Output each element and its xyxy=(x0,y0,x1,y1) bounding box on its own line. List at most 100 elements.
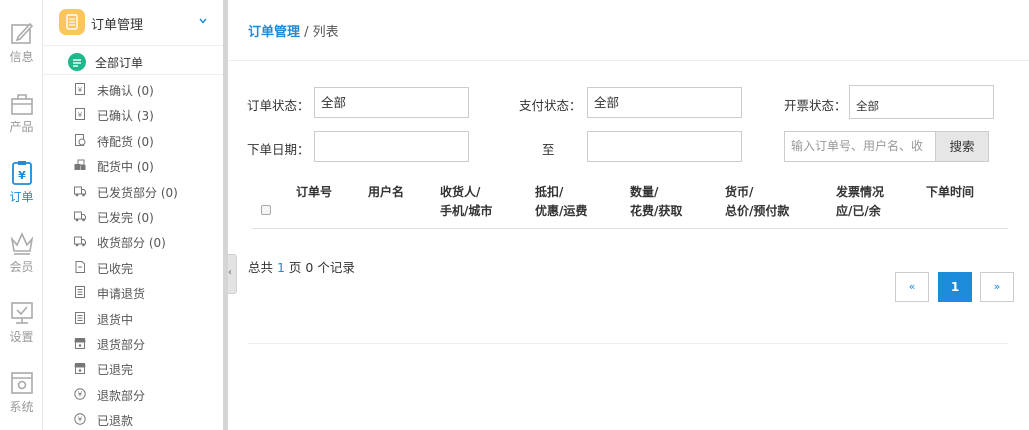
col-deduction: 抵扣/优惠/运费 xyxy=(535,183,587,221)
boxes-icon xyxy=(74,159,86,171)
date-to-label: 至 xyxy=(542,142,555,157)
submenu-item[interactable]: 已退完 xyxy=(43,357,223,381)
pagination-prev[interactable]: « xyxy=(895,272,929,302)
chevron-down-icon[interactable] xyxy=(198,16,208,26)
col-invoice: 发票情况 应/已/余 xyxy=(836,183,884,221)
list-doc-icon xyxy=(74,311,86,324)
rail-item-info[interactable]: 信息 xyxy=(0,20,43,84)
summary-mid: 页 xyxy=(284,260,306,275)
edit-icon xyxy=(10,22,33,44)
order-status-label: 订单状态： xyxy=(247,98,310,113)
col-line2: 用户名 xyxy=(368,185,405,199)
pay-status-select[interactable]: 全部 xyxy=(587,87,742,118)
table-header-divider xyxy=(252,228,1008,229)
col-quantity: 数量/花费/获取 xyxy=(630,183,682,221)
submenu-item[interactable]: 待配货 (0) xyxy=(43,129,223,153)
crown-icon xyxy=(10,232,33,255)
submenu-item[interactable]: 配货中 (0) xyxy=(43,154,223,178)
list-doc-icon xyxy=(74,286,86,299)
truck-icon xyxy=(74,185,86,197)
search-input[interactable]: 输入订单号、用户名、收 xyxy=(784,131,936,162)
submenu-header[interactable]: 订单管理 xyxy=(43,0,223,46)
rail-label: 信息 xyxy=(9,50,34,64)
submenu-item-label: 待配货 (0) xyxy=(97,134,154,149)
breadcrumb: 订单管理 / 列表 xyxy=(248,21,339,40)
shop-icon xyxy=(74,337,86,349)
rail-item-settings[interactable]: 设置 xyxy=(0,300,43,364)
pay-status-label: 支付状态： xyxy=(519,98,582,113)
col-line2: 订单号 xyxy=(296,185,333,199)
pagination-next[interactable]: » xyxy=(980,272,1014,302)
gear-window-icon xyxy=(10,372,33,394)
clock-doc-icon xyxy=(74,133,86,146)
col-line1: 抵扣/ xyxy=(535,185,564,199)
svg-text:¥: ¥ xyxy=(78,111,83,119)
submenu-item[interactable]: ¥ 退款部分 xyxy=(43,383,223,407)
rail-item-system[interactable]: 系统 xyxy=(0,370,43,430)
submenu-item[interactable]: 退货部分 xyxy=(43,332,223,356)
rail-item-product[interactable]: 产品 xyxy=(0,90,43,154)
date-from-input[interactable] xyxy=(314,131,469,162)
submenu-item-label: 已发完 (0) xyxy=(97,211,154,225)
coin-icon: ¥ xyxy=(74,413,86,425)
submenu-item-label: 已退完 xyxy=(97,363,134,378)
submenu-title: 订单管理 xyxy=(91,18,144,33)
submenu-item-all-orders[interactable]: 全部订单 xyxy=(43,49,223,75)
submenu-item-label: 已退款 xyxy=(97,414,134,429)
bag-icon xyxy=(10,94,33,115)
breadcrumb-link-order-management[interactable]: 订单管理 xyxy=(248,25,300,40)
breadcrumb-current: 列表 xyxy=(312,25,339,40)
svg-text:¥: ¥ xyxy=(18,169,26,182)
yen-doc-icon: ¥ xyxy=(74,83,86,95)
submenu-item[interactable]: 收货部分 (0) xyxy=(43,230,223,254)
submenu-item[interactable]: ¥ 未确认 (0) xyxy=(43,78,223,102)
date-to-input[interactable] xyxy=(587,131,742,162)
breadcrumb-separator: / xyxy=(300,25,313,40)
rail-label: 产品 xyxy=(9,120,34,134)
col-line2: 花费/获取 xyxy=(630,204,683,218)
rail-label: 会员 xyxy=(9,260,34,274)
all-orders-icon xyxy=(68,53,86,71)
invoice-status-select[interactable]: 全部 xyxy=(849,85,994,119)
col-line1: 发票情况 xyxy=(836,185,885,199)
svg-text:¥: ¥ xyxy=(78,390,83,398)
search-button[interactable]: 搜索 xyxy=(935,131,989,162)
svg-text:¥: ¥ xyxy=(78,86,83,94)
submenu-item[interactable]: 已发完 (0) xyxy=(43,205,223,229)
order-date-label: 下单日期： xyxy=(247,142,310,157)
submenu-item[interactable]: 已收完 xyxy=(43,256,223,280)
coin-icon: ¥ xyxy=(74,388,86,400)
truck-icon xyxy=(74,235,86,247)
order-badge-icon xyxy=(59,9,85,35)
yen-doc-icon: ¥ xyxy=(74,108,86,121)
submenu-item[interactable]: 退货中 xyxy=(43,307,223,331)
summary-pages: 1 xyxy=(276,260,285,275)
order-submenu: 订单管理 全部订单 ¥ 未确认 (0) ¥ 已确认 (3) 待配货 (0) 配货中 (0)… xyxy=(43,0,223,430)
monitor-check-icon xyxy=(10,302,33,324)
col-line2: 优惠/运费 xyxy=(535,204,588,218)
submenu-item[interactable]: ¥ 已退款 xyxy=(43,408,223,430)
col-line1: 货币/ xyxy=(725,185,754,199)
col-username: 用户名 xyxy=(368,183,404,202)
submenu-item-label: 未确认 (0) xyxy=(97,84,154,98)
submenu-item-label: 退款部分 xyxy=(97,388,146,403)
svg-text:¥: ¥ xyxy=(78,416,83,424)
col-order-time: 下单时间 xyxy=(926,183,974,202)
rail-item-member[interactable]: 会员 xyxy=(0,230,43,294)
clipboard-yen-icon: ¥ xyxy=(11,161,32,185)
rail-item-order[interactable]: ¥ 订单 xyxy=(0,160,43,224)
submenu-item-label: 已收完 xyxy=(97,261,134,276)
col-line2: 手机/城市 xyxy=(440,204,493,218)
submenu-item[interactable]: 已发货部分 (0) xyxy=(43,180,223,204)
truck-icon xyxy=(74,210,86,222)
select-all-checkbox[interactable] xyxy=(261,205,271,215)
col-consignee: 收货人/手机/城市 xyxy=(440,183,492,221)
icon-rail: 信息 产品 ¥ 订单 会员 设置 系统 xyxy=(0,0,43,430)
submenu-item[interactable]: 申请退货 xyxy=(43,281,223,305)
submenu-item[interactable]: ¥ 已确认 (3) xyxy=(43,103,223,127)
submenu-item-label: 退货中 xyxy=(97,312,134,327)
col-line2: 下单时间 xyxy=(926,185,975,199)
pagination-page-1[interactable]: 1 xyxy=(938,272,972,302)
submenu-item-label: 申请退货 xyxy=(97,287,146,302)
order-status-select[interactable]: 全部 xyxy=(314,87,469,118)
